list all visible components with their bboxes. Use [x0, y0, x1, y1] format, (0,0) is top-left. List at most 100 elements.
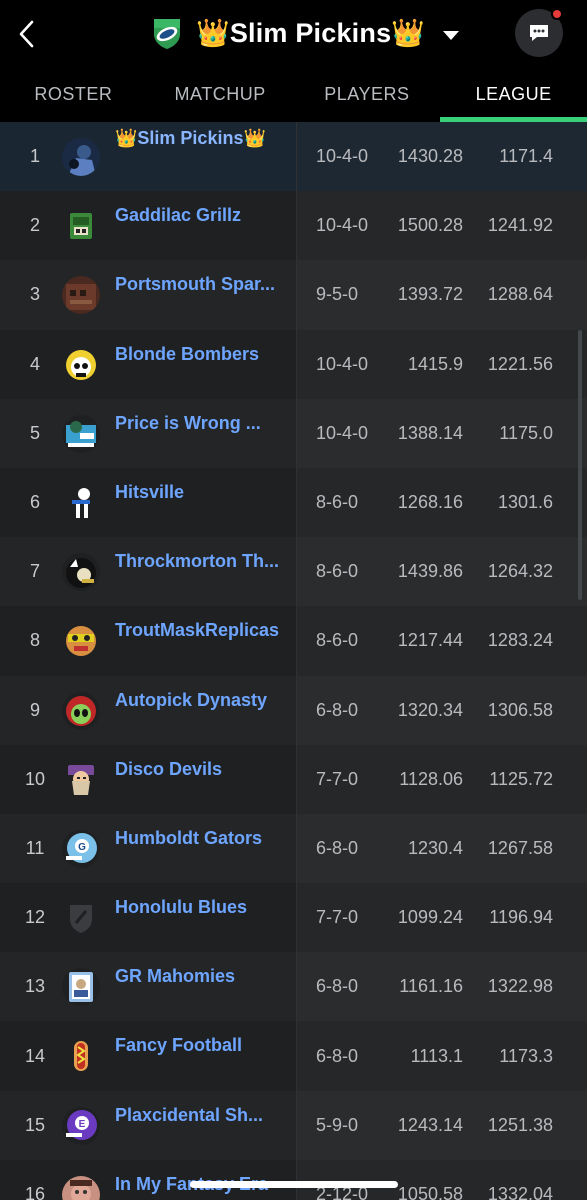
standings-row[interactable]: 14 Fancy Football 6-8-0 1113.1 1173.3 [0, 1021, 587, 1091]
team-avatar[interactable] [62, 1175, 100, 1200]
points-against-value: 1301.6 [497, 492, 553, 513]
tab-players[interactable]: PLAYERS [294, 66, 441, 122]
chat-button[interactable] [515, 8, 563, 57]
team-cell: 11 G Humboldt Gators [0, 813, 296, 884]
stats-cell: 8-6-0 1268.16 1301.6 [296, 467, 587, 538]
team-avatar[interactable] [62, 553, 100, 592]
points-against-value: 1267.58 [487, 837, 553, 858]
record-value: 7-7-0 [316, 907, 359, 928]
points-against-value: 1175.0 [499, 422, 553, 443]
football-shield-logo-icon [150, 16, 184, 50]
rank-label: 3 [29, 284, 40, 305]
team-avatar[interactable] [62, 276, 100, 315]
team-avatar[interactable] [62, 345, 100, 384]
standings-row[interactable]: 6 Hitsville 8-6-0 1268.16 1301.6 [0, 467, 587, 538]
column-divider [296, 744, 297, 814]
column-divider [296, 260, 297, 330]
standings-row[interactable]: 11 G Humboldt Gators 6-8-0 1230.4 1267.58 [0, 813, 587, 884]
team-avatar[interactable] [62, 1037, 100, 1076]
team-avatar[interactable]: E [62, 1106, 100, 1145]
stats-cell: 8-6-0 1217.44 1283.24 [296, 606, 587, 676]
points-for-value: 1217.44 [397, 630, 463, 651]
team-name-link[interactable]: Price is Wrong ... [115, 413, 261, 434]
record-value: 8-6-0 [316, 630, 359, 651]
points-for-value: 1320.34 [397, 699, 463, 720]
rank-label: 10 [24, 768, 46, 789]
top-app-bar: 👑Slim Pickins👑 ROSTER MATCHUP PLAYERS LE… [0, 0, 587, 122]
notification-dot [551, 8, 563, 20]
standings-row[interactable]: 1 👑Slim Pickins👑 10-4-0 1430.28 1171.4 [0, 122, 587, 192]
team-cell: 9 Autopick Dynasty [0, 675, 296, 745]
team-name-link[interactable]: Disco Devils [115, 759, 222, 780]
standings-row[interactable]: 13 GR Mahomies 6-8-0 1161.16 1322.98 [0, 952, 587, 1022]
column-divider [296, 1159, 297, 1200]
points-for-value: 1113.1 [410, 1045, 463, 1066]
stats-cell: 8-6-0 1439.86 1264.32 [296, 537, 587, 607]
standings-row[interactable]: 15 E Plaxcidental Sh... 5-9-0 1243.14 1251.38 [0, 1090, 587, 1160]
rank-label: 8 [29, 630, 40, 651]
back-button[interactable] [12, 16, 42, 52]
points-for-value: 1415.9 [407, 353, 463, 374]
team-name-link[interactable]: Humboldt Gators [115, 828, 262, 849]
standings-row[interactable]: 9 Autopick Dynasty 6-8-0 1320.34 1306.58 [0, 675, 587, 745]
team-name-link[interactable]: Hitsville [115, 482, 184, 503]
standings-row[interactable]: 12 Honolulu Blues 7-7-0 1099.24 1196.94 [0, 883, 587, 953]
team-name-link[interactable]: Gaddilac Grillz [115, 205, 241, 226]
points-for-value: 1430.28 [397, 146, 463, 167]
team-avatar[interactable] [62, 622, 100, 661]
record-value: 8-6-0 [316, 561, 359, 582]
record-value: 9-5-0 [316, 284, 359, 305]
standings-row[interactable]: 4 Blonde Bombers 10-4-0 1415.9 1221.56 [0, 329, 587, 399]
points-against-value: 1171.4 [499, 146, 553, 167]
standings-row[interactable]: 10 Disco Devils 7-7-0 1128.06 1125.72 [0, 744, 587, 814]
chevron-left-icon [19, 20, 34, 48]
team-avatar[interactable] [62, 760, 100, 799]
points-for-value: 1099.24 [397, 907, 463, 928]
column-divider [296, 398, 297, 468]
team-avatar[interactable] [62, 968, 100, 1007]
standings-row[interactable]: 3 Portsmouth Spar... 9-5-0 1393.72 1288.64 [0, 260, 587, 330]
team-cell: 6 Hitsville [0, 468, 296, 537]
standings-row[interactable]: 2 Gaddilac Grillz 10-4-0 1500.28 1241.92 [0, 191, 587, 261]
standings-row[interactable]: 16In My Fantasy Era 2-12-0 1050.58 1332.04 [0, 1159, 587, 1200]
points-for-value: 1500.28 [397, 215, 463, 236]
stats-cell: 9-5-0 1393.72 1288.64 [296, 260, 587, 330]
points-for-value: 1128.06 [399, 768, 463, 789]
team-avatar[interactable]: G [62, 829, 100, 868]
team-avatar[interactable] [62, 483, 100, 522]
team-name-link[interactable]: GR Mahomies [115, 966, 235, 987]
scrollbar[interactable] [578, 330, 582, 600]
team-cell: 1 👑Slim Pickins👑 [0, 122, 296, 191]
team-avatar[interactable] [62, 414, 100, 453]
column-divider [296, 675, 297, 745]
team-name-link[interactable]: 👑Slim Pickins👑 [115, 128, 266, 149]
team-name-link[interactable]: Honolulu Blues [115, 897, 247, 918]
team-name-link[interactable]: Blonde Bombers [115, 344, 259, 365]
team-avatar[interactable] [62, 899, 100, 938]
team-avatar[interactable] [62, 691, 100, 730]
team-name-link[interactable]: TroutMaskReplicas [115, 620, 279, 641]
tab-roster[interactable]: ROSTER [0, 66, 147, 122]
record-value: 6-8-0 [316, 1045, 359, 1066]
standings-row[interactable]: 8 TroutMaskReplicas 8-6-0 1217.44 1283.24 [0, 606, 587, 676]
caret-down-icon[interactable] [443, 30, 460, 40]
tab-league[interactable]: LEAGUE [440, 66, 587, 122]
stats-cell: 6-8-0 1113.1 1173.3 [296, 1021, 587, 1091]
standings-row[interactable]: 5 Price is Wrong ... 10-4-0 1388.14 1175.0 [0, 398, 587, 468]
team-name-link[interactable]: Portsmouth Spar... [115, 274, 275, 295]
points-for-value: 1268.16 [397, 492, 463, 513]
points-for-value: 1230.4 [407, 837, 463, 858]
team-name-link[interactable]: Throckmorton Th... [115, 551, 279, 572]
team-avatar[interactable] [62, 138, 100, 176]
league-switcher[interactable]: 👑Slim Pickins👑 [150, 10, 460, 56]
team-name-link[interactable]: Fancy Football [115, 1035, 242, 1056]
team-name-link[interactable]: Autopick Dynasty [115, 690, 267, 711]
tab-matchup[interactable]: MATCHUP [147, 66, 294, 122]
standings-table: 1 👑Slim Pickins👑 10-4-0 1430.28 1171.4 2 Gaddi… [0, 122, 587, 1200]
team-name-link[interactable]: Plaxcidental Sh... [115, 1105, 263, 1126]
record-value: 6-8-0 [316, 837, 359, 858]
standings-row[interactable]: 7 Throckmorton Th... 8-6-0 1439.86 1264.32 [0, 537, 587, 607]
record-value: 10-4-0 [316, 353, 369, 374]
team-cell: 10 Disco Devils [0, 745, 296, 814]
team-avatar[interactable] [62, 207, 100, 246]
